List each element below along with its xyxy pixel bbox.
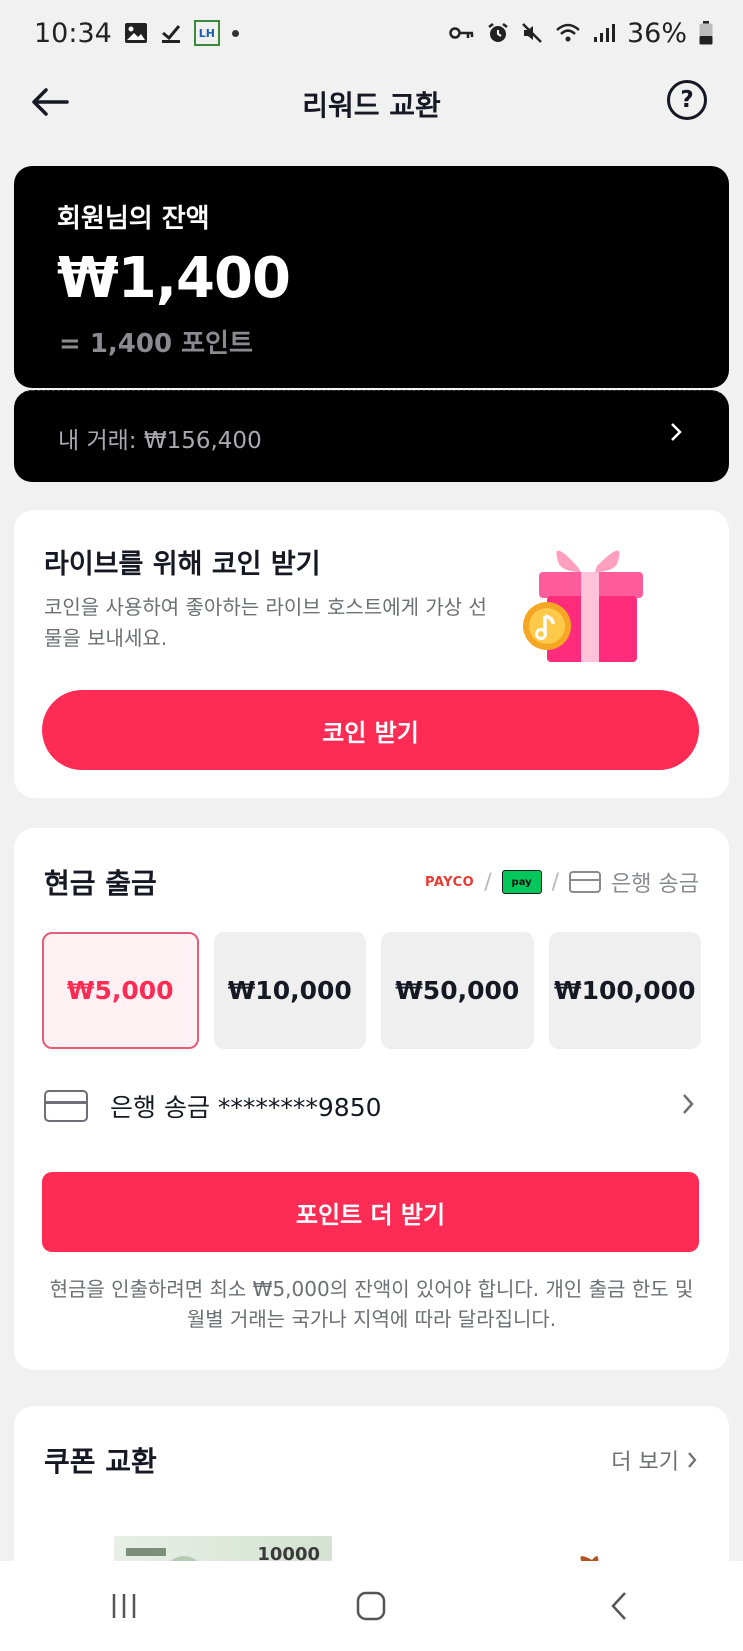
transactions-row[interactable]: 내 거래: ₩156,400 [14, 390, 729, 482]
cash-withdrawal-card: 현금 출금 PAYCO / pay / 은행 송금 ₩5,000 ₩10,000… [14, 828, 729, 1370]
get-more-points-button[interactable]: 포인트 더 받기 [42, 1172, 699, 1252]
chevron-right-icon [681, 1092, 695, 1120]
chevron-right-icon [688, 1452, 697, 1468]
signal-icon [593, 23, 615, 43]
see-more-link[interactable]: 더 보기 [611, 1444, 697, 1476]
home-icon[interactable] [331, 1576, 411, 1636]
vpn-key-icon [449, 25, 475, 41]
amount-option-100000[interactable]: ₩100,000 [548, 932, 701, 1049]
coupon-title: 쿠폰 교환 [44, 1445, 157, 1478]
status-time: 10:34 [34, 17, 112, 49]
amount-option-50000[interactable]: ₩50,000 [381, 932, 534, 1049]
mute-icon [521, 22, 543, 44]
battery-icon [699, 21, 713, 45]
amount-option-5000[interactable]: ₩5,000 [42, 932, 199, 1049]
coin-card: 라이브를 위해 코인 받기 코인을 사용하여 좋아하는 라이브 호스트에게 가상… [14, 510, 729, 798]
lh-app-icon: LH [193, 20, 220, 46]
bank-account-label: 은행 송금 ********9850 [110, 1093, 382, 1122]
amount-options: ₩5,000 ₩10,000 ₩50,000 ₩100,000 [42, 932, 701, 1049]
bank-card-icon [569, 871, 602, 893]
transactions-label: 내 거래: ₩156,400 [58, 428, 262, 454]
bank-card-icon [44, 1090, 88, 1122]
amount-option-10000[interactable]: ₩10,000 [213, 932, 366, 1049]
system-nav-bar [0, 1561, 743, 1651]
check-notification-icon [160, 22, 182, 44]
coin-description: 코인을 사용하여 좋아하는 라이브 호스트에게 가상 선물을 보내세요. [44, 595, 487, 650]
balance-amount: ₩1,400 [57, 246, 291, 311]
withdrawal-notice: 현금을 인출하려면 최소 ₩5,000의 잔액이 있어야 합니다. 개인 출금 … [49, 1277, 694, 1331]
balance-label: 회원님의 잔액 [57, 204, 210, 234]
payment-methods: PAYCO / pay / 은행 송금 [425, 866, 699, 898]
get-coins-button[interactable]: 코인 받기 [42, 690, 699, 770]
balance-card: 회원님의 잔액 ₩1,400 = 1,400 포인트 [14, 166, 729, 388]
status-bar: 10:34 LH 36% [0, 0, 743, 66]
bank-transfer-label: 은행 송금 [611, 872, 699, 897]
bank-account-row[interactable]: 은행 송금 ********9850 [44, 1076, 703, 1136]
wifi-icon [555, 22, 581, 44]
coin-title: 라이브를 위해 코인 받기 [44, 549, 321, 580]
image-notification-icon [124, 22, 148, 44]
payco-logo: PAYCO [424, 874, 475, 890]
see-more-label: 더 보기 [611, 1450, 679, 1475]
top-bar: 리워드 교환 ? [0, 66, 743, 138]
npay-logo: pay [501, 870, 542, 894]
alarm-icon [487, 22, 509, 44]
help-icon[interactable]: ? [667, 80, 707, 120]
more-notifications-icon [231, 29, 239, 37]
recent-apps-icon[interactable] [84, 1576, 164, 1636]
separator: / [551, 869, 560, 895]
balance-points: = 1,400 포인트 [59, 329, 253, 359]
gift-box-icon [519, 536, 659, 668]
chevron-right-icon [669, 421, 683, 447]
battery-percent: 36% [626, 17, 687, 49]
cash-title: 현금 출금 [44, 867, 157, 900]
page-title: 리워드 교환 [302, 89, 441, 122]
separator: / [484, 869, 492, 895]
system-back-icon[interactable] [579, 1576, 659, 1636]
